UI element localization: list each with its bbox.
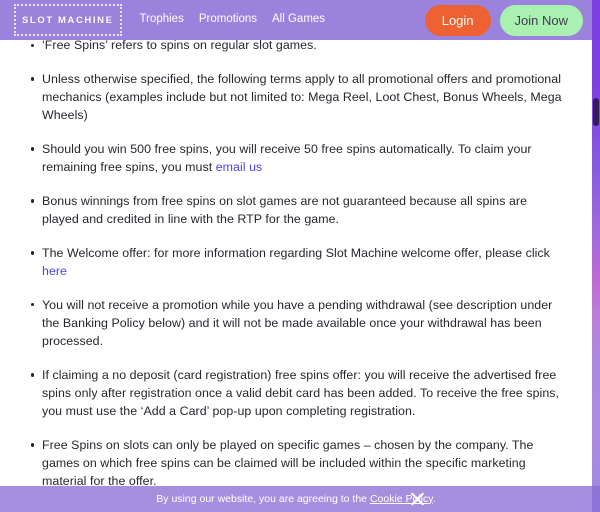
page-root: SLOT MACHINE Trophies Promotions All Gam… xyxy=(0,0,600,512)
primary-nav: Trophies Promotions All Games xyxy=(140,14,326,26)
scrollbar-corner xyxy=(592,486,600,512)
vertical-scrollbar[interactable] xyxy=(592,0,600,512)
site-header: SLOT MACHINE Trophies Promotions All Gam… xyxy=(0,0,592,40)
terms-text: The Welcome offer: for more information … xyxy=(42,245,550,260)
cookie-message-before: By using our website, you are agreeing t… xyxy=(156,492,370,505)
join-now-button[interactable]: Join Now xyxy=(499,4,583,36)
close-icon[interactable] xyxy=(409,491,426,508)
terms-content: ‘Free Spins’ refers to spins on regular … xyxy=(0,36,592,512)
cookie-message-after: . xyxy=(432,492,436,505)
nav-item-promotions[interactable]: Promotions xyxy=(199,14,257,26)
terms-text: Unless otherwise specified, the followin… xyxy=(42,71,562,123)
terms-inline-link[interactable]: email us xyxy=(216,160,263,174)
site-logo-text: SLOT MACHINE xyxy=(22,14,114,26)
terms-list-item: You will not receive a promotion while y… xyxy=(0,296,578,351)
terms-list-item: Free Spins on slots can only be played o… xyxy=(0,436,578,491)
header-actions: Login Join Now xyxy=(424,4,583,36)
scrollbar-thumb[interactable] xyxy=(593,98,599,126)
nav-item-trophies[interactable]: Trophies xyxy=(140,14,184,26)
terms-text: Should you win 500 free spins, you will … xyxy=(42,141,532,175)
terms-list: ‘Free Spins’ refers to spins on regular … xyxy=(0,36,578,512)
cookie-consent-banner: By using our website, you are agreeing t… xyxy=(0,486,592,512)
terms-list-item: The Welcome offer: for more information … xyxy=(0,244,578,280)
terms-list-item: If claiming a no deposit (card registrat… xyxy=(0,366,578,421)
terms-list-item: Unless otherwise specified, the followin… xyxy=(0,70,578,125)
terms-text: If claiming a no deposit (card registrat… xyxy=(42,367,560,419)
site-logo[interactable]: SLOT MACHINE xyxy=(14,4,122,36)
terms-text: Free Spins on slots can only be played o… xyxy=(42,437,534,489)
login-button[interactable]: Login xyxy=(424,4,491,36)
cookie-banner-text: By using our website, you are agreeing t… xyxy=(156,494,435,505)
nav-item-all-games[interactable]: All Games xyxy=(272,14,325,26)
terms-text: Bonus winnings from free spins on slot g… xyxy=(42,193,528,226)
terms-text: You will not receive a promotion while y… xyxy=(42,297,553,348)
terms-inline-link[interactable]: here xyxy=(42,264,67,278)
terms-list-item: Should you win 500 free spins, you will … xyxy=(0,140,578,176)
terms-list-item: Bonus winnings from free spins on slot g… xyxy=(0,192,578,228)
terms-text: ‘Free Spins’ refers to spins on regular … xyxy=(42,38,317,52)
